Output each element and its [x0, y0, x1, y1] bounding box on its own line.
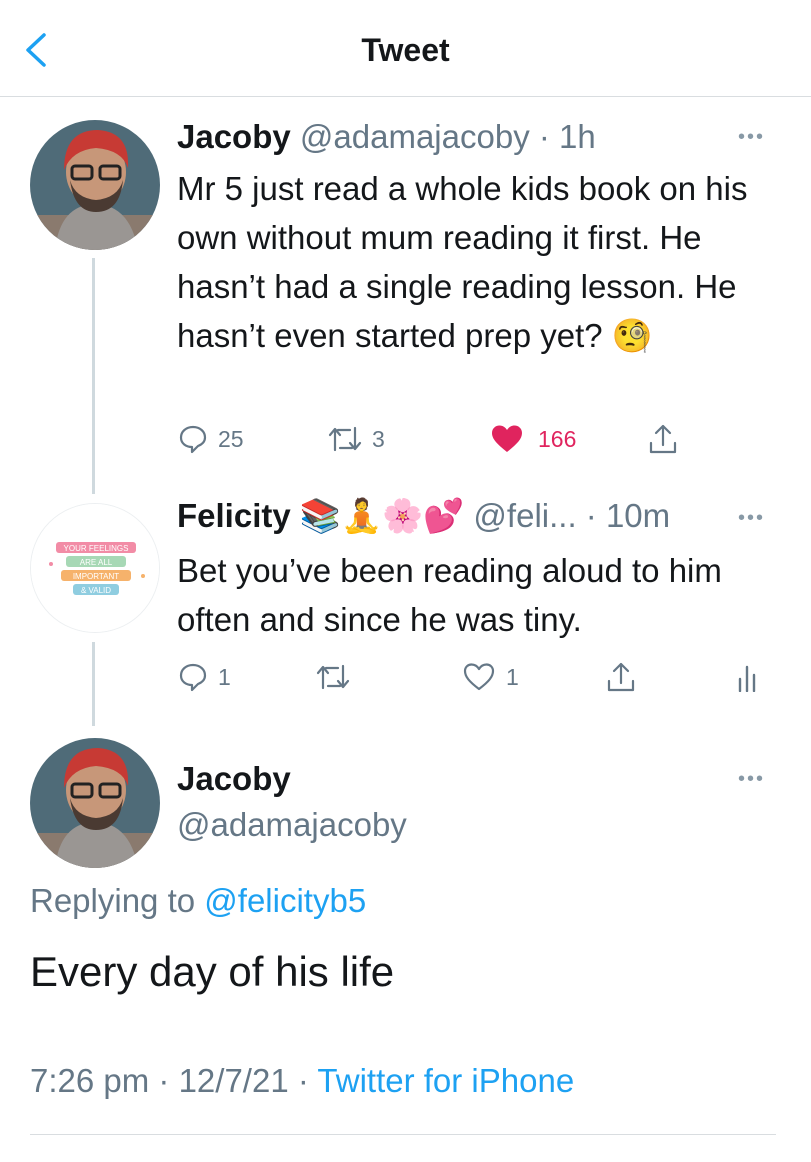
reply-icon: [179, 663, 207, 692]
reply-count: 25: [218, 425, 244, 452]
more-options-icon[interactable]: •••: [738, 126, 765, 149]
share-icon[interactable]: [648, 423, 678, 455]
tweet-timestamp: 7:26 pm · 12/7/21 ·: [30, 1062, 309, 1099]
thread-line: [92, 258, 95, 494]
main-tweet-text: Every day of his life: [30, 948, 395, 995]
divider: [30, 1134, 776, 1135]
tweet-source[interactable]: Twitter for iPhone: [317, 1062, 574, 1099]
avatar-text-4: & VALID: [81, 586, 111, 595]
reply-button[interactable]: 25: [178, 424, 244, 454]
page-title: Tweet: [361, 32, 450, 68]
replying-prefix: Replying to: [30, 882, 196, 919]
author-handle[interactable]: @feli...: [473, 497, 576, 534]
avatar-text-3: IMPORTANT: [73, 572, 119, 581]
replying-to: Replying to @felicityb5: [30, 882, 366, 920]
tweet-time: · 10m: [585, 497, 671, 534]
tweet-text: Bet you’ve been reading aloud to him oft…: [177, 552, 722, 638]
share-icon[interactable]: [606, 661, 636, 693]
like-count: 166: [538, 425, 577, 452]
tweet2-header: Felicity 📚🧘🌸💕 @feli... · 10m: [177, 497, 737, 536]
like-count: 1: [506, 663, 519, 690]
tweet-meta: 7:26 pm · 12/7/21 · Twitter for iPhone: [30, 1062, 574, 1100]
retweet-button[interactable]: [316, 662, 350, 692]
reply-icon: [179, 425, 207, 454]
retweet-icon: [328, 426, 362, 452]
author-handle[interactable]: @adamajacoby: [177, 806, 407, 844]
tweet-time: · 1h: [538, 118, 596, 155]
like-button[interactable]: 1: [462, 662, 519, 692]
author-name[interactable]: Jacoby: [177, 118, 291, 155]
heart-outline-icon: [463, 663, 495, 691]
avatar-felicity[interactable]: YOUR FEELINGS ARE ALL IMPORTANT & VALID: [30, 503, 160, 633]
reply-count: 1: [218, 663, 231, 690]
more-options-icon[interactable]: •••: [738, 768, 765, 791]
avatar-text-2: ARE ALL: [80, 558, 113, 567]
author-name[interactable]: Felicity 📚🧘🌸💕: [177, 497, 464, 534]
thread-line: [92, 642, 95, 726]
author-handle[interactable]: @adamajacoby: [300, 118, 530, 155]
reply-button[interactable]: 1: [178, 662, 231, 692]
tweet-text: Mr 5 just read a whole kids book on his …: [177, 170, 748, 354]
avatar-jacoby[interactable]: [30, 120, 160, 250]
heart-filled-icon: [492, 425, 522, 452]
retweet-button[interactable]: 3: [328, 424, 385, 454]
analytics-icon[interactable]: [737, 664, 761, 692]
author-name[interactable]: Jacoby: [177, 760, 291, 798]
replying-to-handle[interactable]: @felicityb5: [204, 882, 366, 919]
avatar-text-1: YOUR FEELINGS: [64, 544, 129, 553]
retweet-count: 3: [372, 425, 385, 452]
like-button[interactable]: 166: [490, 424, 576, 454]
tweet1-header: Jacoby @adamajacoby · 1h: [177, 118, 737, 156]
retweet-icon: [316, 664, 350, 690]
avatar-jacoby[interactable]: [30, 738, 160, 868]
more-options-icon[interactable]: •••: [738, 507, 765, 530]
